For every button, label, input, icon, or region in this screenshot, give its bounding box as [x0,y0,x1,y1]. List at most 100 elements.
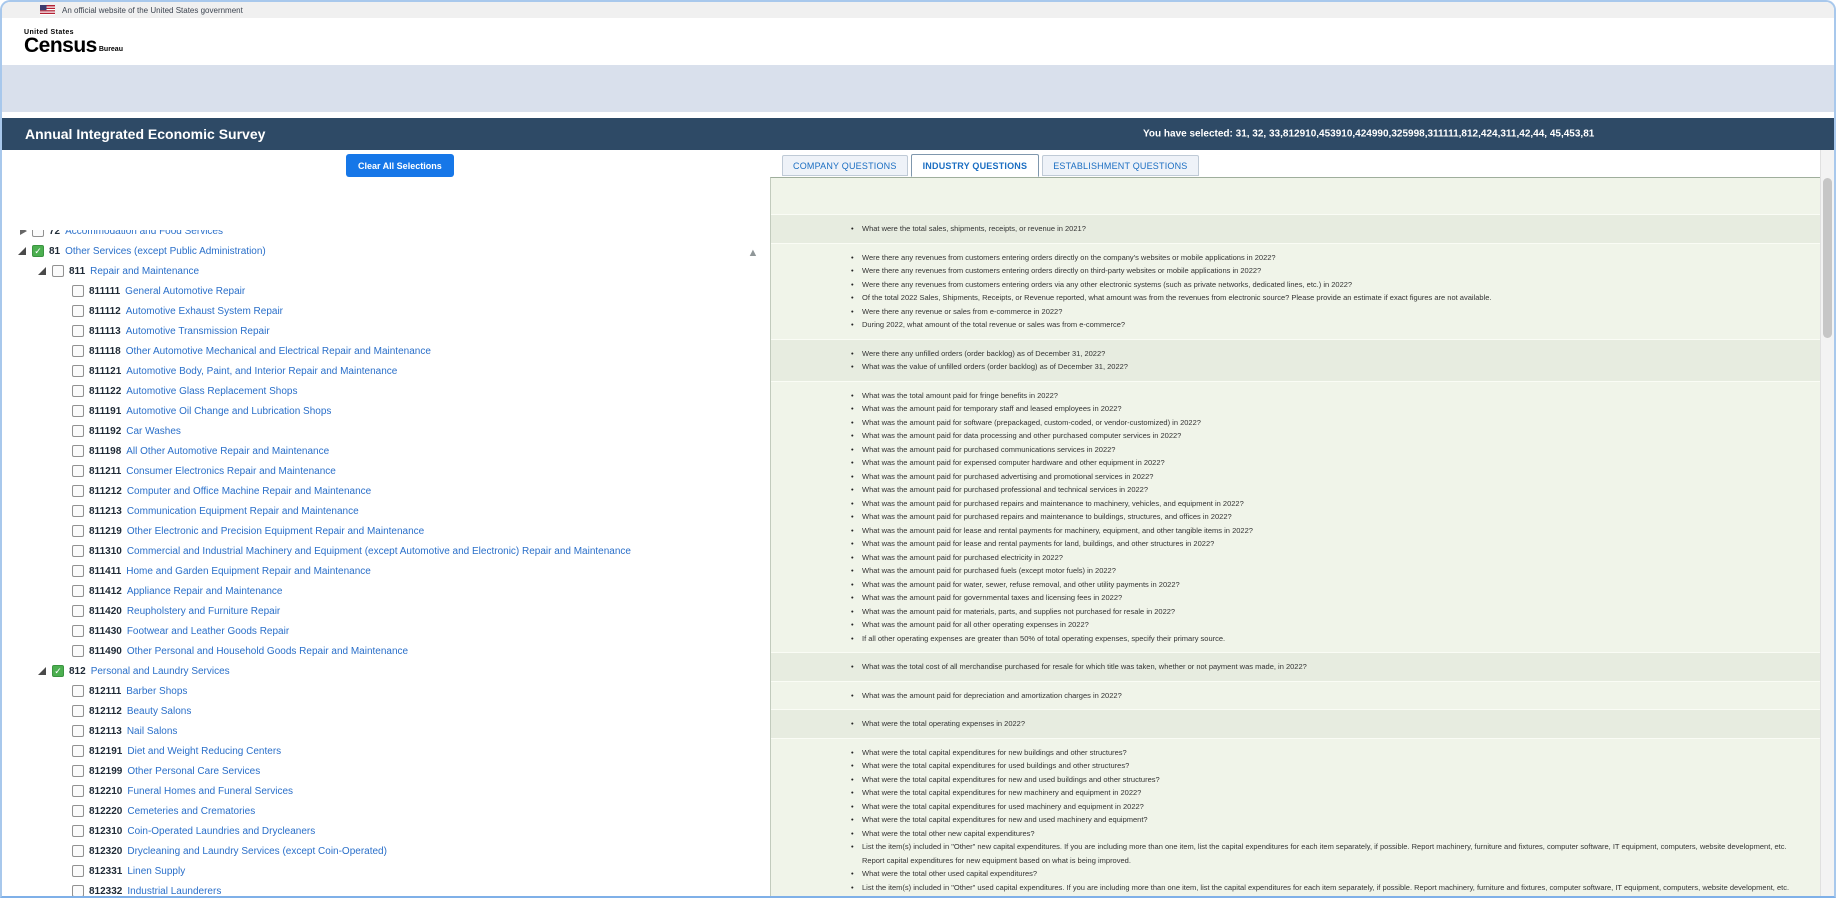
naics-label-link[interactable]: Beauty Salons [127,706,192,717]
naics-label-link[interactable]: Home and Garden Equipment Repair and Mai… [126,566,371,577]
naics-label-link[interactable]: Other Personal Care Services [127,766,260,777]
tree-checkbox-811111[interactable] [72,285,84,297]
naics-label-link[interactable]: Other Services (except Public Administra… [65,246,266,257]
tree-checkbox-81[interactable]: ✓ [32,245,44,257]
naics-label-link[interactable]: General Automotive Repair [125,286,245,297]
tree-node-812113: 812113Nail Salons [10,721,734,741]
naics-label-link[interactable]: Communication Equipment Repair and Maint… [127,506,359,517]
tab-establishment-questions[interactable]: ESTABLISHMENT QUESTIONS [1042,155,1198,176]
tree-indent-spacer [56,725,72,737]
naics-code: 811411 [89,566,121,577]
tree-checkbox-812112[interactable] [72,705,84,717]
vertical-scrollbar[interactable] [1820,150,1834,898]
tree-checkbox-811490[interactable] [72,645,84,657]
tree-checkbox-811412[interactable] [72,585,84,597]
naics-label-link[interactable]: Consumer Electronics Repair and Maintena… [126,466,336,477]
tree-checkbox-812191[interactable] [72,745,84,757]
tree-checkbox-811310[interactable] [72,545,84,557]
naics-label-link[interactable]: Drycleaning and Laundry Services (except… [127,846,387,857]
naics-label-link[interactable]: Industrial Launderers [127,886,221,897]
naics-label-link[interactable]: Barber Shops [126,686,187,697]
tree-checkbox-811122[interactable] [72,385,84,397]
naics-label-link[interactable]: Repair and Maintenance [90,266,199,277]
tree-node-812331: 812331Linen Supply [10,861,734,881]
clear-all-selections-button[interactable]: Clear All Selections [346,154,454,177]
question-item: What was the total cost of all merchandi… [849,660,1808,674]
tree-checkbox-812199[interactable] [72,765,84,777]
naics-label-link[interactable]: Computer and Office Machine Repair and M… [127,486,371,497]
tree-checkbox-811198[interactable] [72,445,84,457]
naics-label-link[interactable]: Linen Supply [127,866,185,877]
naics-label-link[interactable]: All Other Automotive Repair and Maintena… [126,446,329,457]
tree-checkbox-812332[interactable] [72,885,84,897]
naics-label-link[interactable]: Diet and Weight Reducing Centers [127,746,281,757]
tree-checkbox-812113[interactable] [72,725,84,737]
naics-label-link[interactable]: Automotive Oil Change and Lubrication Sh… [126,406,331,417]
tree-checkbox-812310[interactable] [72,825,84,837]
naics-label-link[interactable]: Cemeteries and Crematories [127,806,255,817]
question-item: What were the total capital expenditures… [849,800,1808,814]
tab-industry-questions[interactable]: INDUSTRY QUESTIONS [911,154,1040,177]
tree-checkbox-811420[interactable] [72,605,84,617]
scrollbar-thumb[interactable] [1823,178,1832,338]
tree-checkbox-811212[interactable] [72,485,84,497]
tree-node-811411: 811411 Home and Garden Equipment Repair a… [10,561,734,581]
naics-label-link[interactable]: Reupholstery and Furniture Repair [127,606,280,617]
naics-label-link[interactable]: Footwear and Leather Goods Repair [127,626,289,637]
collapse-arrow-icon[interactable] [16,245,32,257]
tree-checkbox-811192[interactable] [72,425,84,437]
tree-checkbox-811191[interactable] [72,405,84,417]
tree-checkbox-811430[interactable] [72,625,84,637]
scroll-up-button[interactable]: ▲ [742,244,764,262]
naics-label-link[interactable]: Commercial and Industrial Machinery and … [127,546,631,557]
naics-label-link[interactable]: Automotive Transmission Repair [126,326,270,337]
naics-label-link[interactable]: Other Electronic and Precision Equipment… [127,526,424,537]
naics-code: 811490 [89,646,122,657]
naics-label-link[interactable]: Funeral Homes and Funeral Services [127,786,293,797]
tree-checkbox-811113[interactable] [72,325,84,337]
naics-code: 811192 [89,426,121,437]
naics-label-link[interactable]: Appliance Repair and Maintenance [127,586,283,597]
naics-label-link[interactable]: Other Personal and Household Goods Repai… [127,646,408,657]
naics-label-link[interactable]: Personal and Laundry Services [91,666,230,677]
tree-checkbox-812331[interactable] [72,865,84,877]
naics-label-link[interactable]: Nail Salons [127,726,178,737]
tree-checkbox-812111[interactable] [72,685,84,697]
tree-indent-spacer [56,365,72,377]
tree-checkbox-811411[interactable] [72,565,84,577]
tree-checkbox-812210[interactable] [72,785,84,797]
naics-label-link[interactable]: Accommodation and Food Services [65,230,223,237]
naics-label-link[interactable]: Other Automotive Mechanical and Electric… [126,346,431,357]
tree-checkbox-812[interactable]: ✓ [52,665,64,677]
tree-indent-spacer [56,325,72,337]
tree-checkbox-812220[interactable] [72,805,84,817]
tree-checkbox-812320[interactable] [72,845,84,857]
naics-code: 812320 [89,846,122,857]
naics-label-link[interactable]: Automotive Body, Paint, and Interior Rep… [126,366,397,377]
questions-panel: What were the total sales, shipments, re… [770,177,1820,898]
tree-indent-spacer [56,385,72,397]
collapse-arrow-icon[interactable] [36,665,52,677]
tree-checkbox-811211[interactable] [72,465,84,477]
naics-label-link[interactable]: Car Washes [126,426,181,437]
tree-node-812191: 812191Diet and Weight Reducing Centers [10,741,734,761]
tree-node-811112: 811112Automotive Exhaust System Repair [10,301,734,321]
naics-label-link[interactable]: Automotive Exhaust System Repair [126,306,283,317]
tree-checkbox-811112[interactable] [72,305,84,317]
naics-label-link[interactable]: Automotive Glass Replacement Shops [126,386,297,397]
expand-arrow-icon[interactable] [16,230,32,237]
collapse-arrow-icon[interactable] [36,265,52,277]
tree-checkbox-811118[interactable] [72,345,84,357]
question-item: What were the total other used capital e… [849,867,1808,881]
tree-checkbox-72[interactable] [32,230,44,237]
tree-checkbox-811219[interactable] [72,525,84,537]
question-list: Were there any revenues from customers e… [849,251,1808,332]
question-item: What was the amount paid for purchased r… [849,510,1808,524]
tree-checkbox-811213[interactable] [72,505,84,517]
tree-checkbox-811121[interactable] [72,365,84,377]
census-bureau-logo[interactable]: United States Census Bureau [24,29,123,55]
tree-checkbox-811[interactable] [52,265,64,277]
naics-code: 812199 [89,766,122,777]
naics-label-link[interactable]: Coin-Operated Laundries and Drycleaners [127,826,315,837]
tab-company-questions[interactable]: COMPANY QUESTIONS [782,155,908,176]
